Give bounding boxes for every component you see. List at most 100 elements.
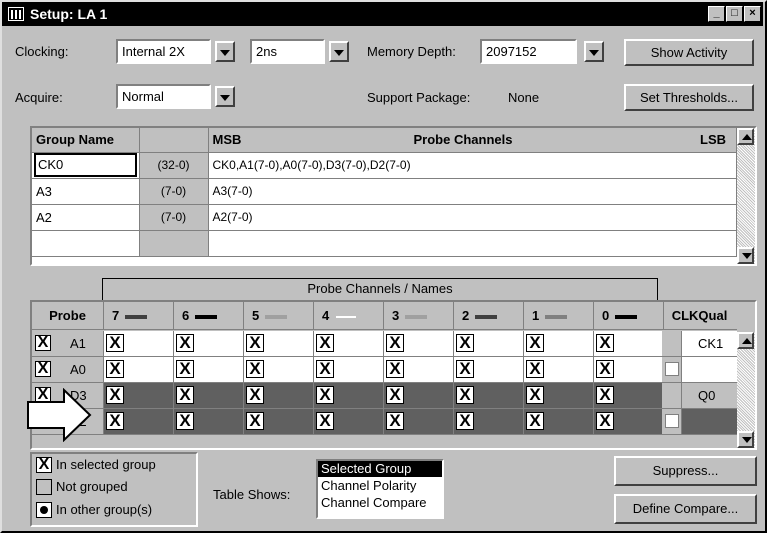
channel-checkbox[interactable]: X — [596, 334, 614, 352]
channel-cell[interactable]: X — [384, 357, 454, 382]
window-menu-icon[interactable] — [8, 7, 24, 21]
channel-checkbox[interactable]: X — [246, 334, 264, 352]
channel-checkbox[interactable]: X — [386, 412, 404, 430]
channel-checkbox[interactable]: X — [526, 386, 544, 404]
channel-checkbox[interactable]: X — [456, 360, 474, 378]
channel-cell[interactable]: X — [594, 383, 664, 408]
scroll-down-icon[interactable] — [737, 247, 754, 264]
table-shows-list[interactable]: Selected Group Channel Polarity Channel … — [316, 459, 444, 519]
group-name-field[interactable]: A2 — [32, 204, 140, 231]
list-item-channel-compare[interactable]: Channel Compare — [318, 495, 442, 511]
group-row[interactable]: CK0 (32-0) CK0,A1(7-0),A0(7-0),D3(7-0),D… — [32, 152, 737, 179]
group-name-field[interactable]: A3 — [32, 178, 140, 205]
channel-cell[interactable]: X — [314, 409, 384, 434]
clocking-select[interactable]: Internal 2X — [116, 39, 211, 64]
channel-checkbox[interactable]: X — [176, 360, 194, 378]
group-row[interactable]: A2 (7-0) A2(7-0) — [32, 204, 737, 231]
period-dropdown-icon[interactable] — [329, 41, 349, 62]
suppress-button[interactable]: Suppress... — [614, 456, 757, 486]
group-row[interactable]: A3 (7-0) A3(7-0) — [32, 178, 737, 205]
channel-cell[interactable]: X — [104, 331, 174, 356]
channel-checkbox[interactable]: X — [596, 412, 614, 430]
channel-checkbox[interactable]: X — [596, 386, 614, 404]
group-row[interactable] — [32, 230, 737, 257]
channel-checkbox[interactable]: X — [316, 386, 334, 404]
probe-row[interactable]: X A1 X X X X X X X X CK1 — [32, 331, 737, 357]
bit-header-2[interactable]: 2 — [454, 302, 524, 330]
define-compare-button[interactable]: Define Compare... — [614, 494, 757, 524]
list-item-selected-group[interactable]: Selected Group — [318, 461, 442, 477]
channel-cell[interactable]: X — [314, 383, 384, 408]
channel-cell[interactable]: X — [314, 357, 384, 382]
bit-header-5[interactable]: 5 — [244, 302, 314, 330]
probe-group-checkbox[interactable]: X — [35, 361, 51, 377]
channel-cell[interactable]: X — [594, 331, 664, 356]
channel-cell[interactable]: X — [244, 409, 314, 434]
bit-header-7[interactable]: 7 — [104, 302, 174, 330]
bit-header-3[interactable]: 3 — [384, 302, 454, 330]
maximize-icon[interactable]: □ — [726, 6, 743, 22]
bit-header-0[interactable]: 0 — [594, 302, 664, 330]
probe-group-checkbox[interactable]: X — [35, 335, 51, 351]
channel-checkbox[interactable]: X — [246, 386, 264, 404]
channel-cell[interactable]: X — [454, 331, 524, 356]
channel-checkbox[interactable]: X — [106, 334, 124, 352]
channel-cell[interactable]: X — [524, 331, 594, 356]
acquire-dropdown-icon[interactable] — [215, 86, 235, 107]
channel-checkbox[interactable]: X — [176, 412, 194, 430]
show-activity-button[interactable]: Show Activity — [624, 39, 754, 66]
channel-cell[interactable]: X — [244, 357, 314, 382]
memory-depth-dropdown-icon[interactable] — [584, 41, 604, 62]
channel-checkbox[interactable]: X — [456, 412, 474, 430]
channel-checkbox[interactable]: X — [526, 412, 544, 430]
channel-checkbox[interactable]: X — [596, 360, 614, 378]
channel-checkbox[interactable]: X — [106, 412, 124, 430]
channel-cell[interactable]: X — [594, 409, 664, 434]
probe-row[interactable]: XD2XXXXXXXX — [32, 409, 737, 435]
channel-checkbox[interactable]: X — [176, 334, 194, 352]
channel-cell[interactable]: X — [244, 383, 314, 408]
clkqual-cell[interactable]: CK1 — [662, 331, 737, 356]
minimize-icon[interactable]: _ — [708, 6, 725, 22]
group-name-field[interactable] — [32, 230, 140, 257]
channel-checkbox[interactable]: X — [456, 334, 474, 352]
channel-cell[interactable]: X — [104, 409, 174, 434]
close-icon[interactable]: × — [744, 6, 761, 22]
group-scrollbar[interactable] — [737, 128, 755, 264]
memory-depth-select[interactable]: 2097152 — [480, 39, 577, 64]
clkqual-cell[interactable] — [662, 357, 737, 382]
channel-cell[interactable]: X — [384, 331, 454, 356]
channel-cell[interactable]: X — [524, 409, 594, 434]
bit-header-1[interactable]: 1 — [524, 302, 594, 330]
probe-row[interactable]: X A0 X X X X X X X X — [32, 357, 737, 383]
clkqual-cell[interactable]: Q0 — [662, 383, 737, 408]
channel-cell[interactable]: X — [454, 409, 524, 434]
acquire-select[interactable]: Normal — [116, 84, 211, 109]
channel-cell[interactable]: X — [314, 331, 384, 356]
channel-cell[interactable]: X — [174, 357, 244, 382]
channel-cell[interactable]: X — [244, 331, 314, 356]
scroll-down-icon[interactable] — [737, 431, 754, 448]
channel-checkbox[interactable]: X — [246, 412, 264, 430]
channel-checkbox[interactable]: X — [106, 360, 124, 378]
channel-cell[interactable]: X — [104, 357, 174, 382]
channel-cell[interactable]: X — [174, 409, 244, 434]
set-thresholds-button[interactable]: Set Thresholds... — [624, 84, 754, 111]
channel-checkbox[interactable]: X — [316, 412, 334, 430]
channel-checkbox[interactable]: X — [526, 360, 544, 378]
list-item-channel-polarity[interactable]: Channel Polarity — [318, 478, 442, 494]
channel-checkbox[interactable]: X — [526, 334, 544, 352]
scroll-up-icon[interactable] — [737, 128, 754, 145]
bit-header-4[interactable]: 4 — [314, 302, 384, 330]
period-select[interactable]: 2ns — [250, 39, 325, 64]
title-bar[interactable]: Setup: LA 1 _ □ × — [2, 2, 763, 26]
channel-checkbox[interactable]: X — [176, 386, 194, 404]
clocking-dropdown-icon[interactable] — [215, 41, 235, 62]
channel-cell[interactable]: X — [384, 409, 454, 434]
channel-checkbox[interactable]: X — [106, 386, 124, 404]
clkqual-cell[interactable] — [662, 409, 737, 434]
channel-checkbox[interactable]: X — [386, 360, 404, 378]
channel-checkbox[interactable]: X — [316, 360, 334, 378]
channel-cell[interactable]: X — [174, 331, 244, 356]
bit-header-6[interactable]: 6 — [174, 302, 244, 330]
